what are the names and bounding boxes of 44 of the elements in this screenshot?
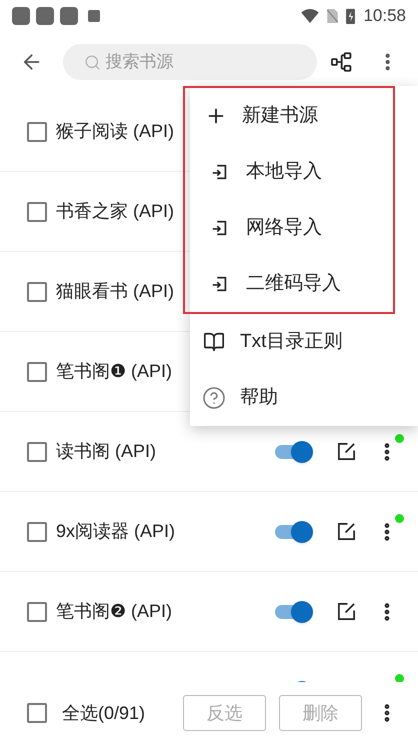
notification-icon	[12, 7, 30, 25]
menu-item[interactable]: 二维码导入	[192, 256, 393, 312]
import-icon	[211, 275, 229, 293]
checkbox[interactable]	[27, 522, 47, 542]
toggle-switch[interactable]	[275, 520, 313, 544]
checkbox[interactable]	[27, 122, 47, 142]
source-name: 猴子阅读 (API)	[56, 120, 174, 143]
source-name: 书香之家 (API)	[56, 200, 174, 223]
book-icon	[203, 331, 225, 353]
no-sim-icon	[327, 9, 338, 23]
edit-icon[interactable]	[337, 602, 356, 621]
wifi-icon	[301, 9, 320, 23]
edit-icon[interactable]	[337, 522, 356, 541]
source-name: 猫眼看书 (API)	[56, 280, 174, 303]
notification-icon	[36, 7, 54, 25]
menu-item[interactable]: 本地导入	[192, 144, 393, 200]
toggle-switch[interactable]	[275, 440, 313, 464]
select-all-label: 全选(0/91)	[62, 702, 146, 725]
checkbox[interactable]	[27, 703, 47, 723]
tree-icon[interactable]	[331, 51, 353, 73]
menu-item[interactable]: Txt目录正则	[190, 314, 418, 370]
notification-icon	[60, 7, 78, 25]
clock: 10:58	[363, 5, 406, 28]
help-icon	[202, 386, 226, 410]
checkbox[interactable]	[27, 282, 47, 302]
checkbox[interactable]	[27, 362, 47, 382]
search-field[interactable]: 搜索书源	[63, 44, 318, 80]
battery-icon	[346, 8, 356, 24]
menu-item[interactable]: 帮助	[190, 370, 418, 426]
source-name: 9x阅读器 (API)	[56, 520, 176, 543]
search-icon	[84, 54, 102, 71]
toggle-switch[interactable]	[275, 600, 313, 624]
source-name: 笔书阁❷ (API)	[56, 600, 172, 623]
edit-icon[interactable]	[337, 442, 356, 461]
import-icon	[211, 163, 229, 181]
keyboard-icon	[88, 10, 100, 22]
import-icon	[211, 219, 229, 237]
source-name: 笔书阁❶ (API)	[56, 360, 172, 383]
checkbox[interactable]	[27, 202, 47, 222]
source-name: 读书阁 (API)	[56, 440, 156, 463]
menu-item[interactable]: 新建书源	[192, 88, 393, 144]
menu-item[interactable]: 网络导入	[192, 200, 393, 256]
checkbox[interactable]	[27, 602, 47, 622]
checkbox[interactable]	[27, 442, 47, 462]
